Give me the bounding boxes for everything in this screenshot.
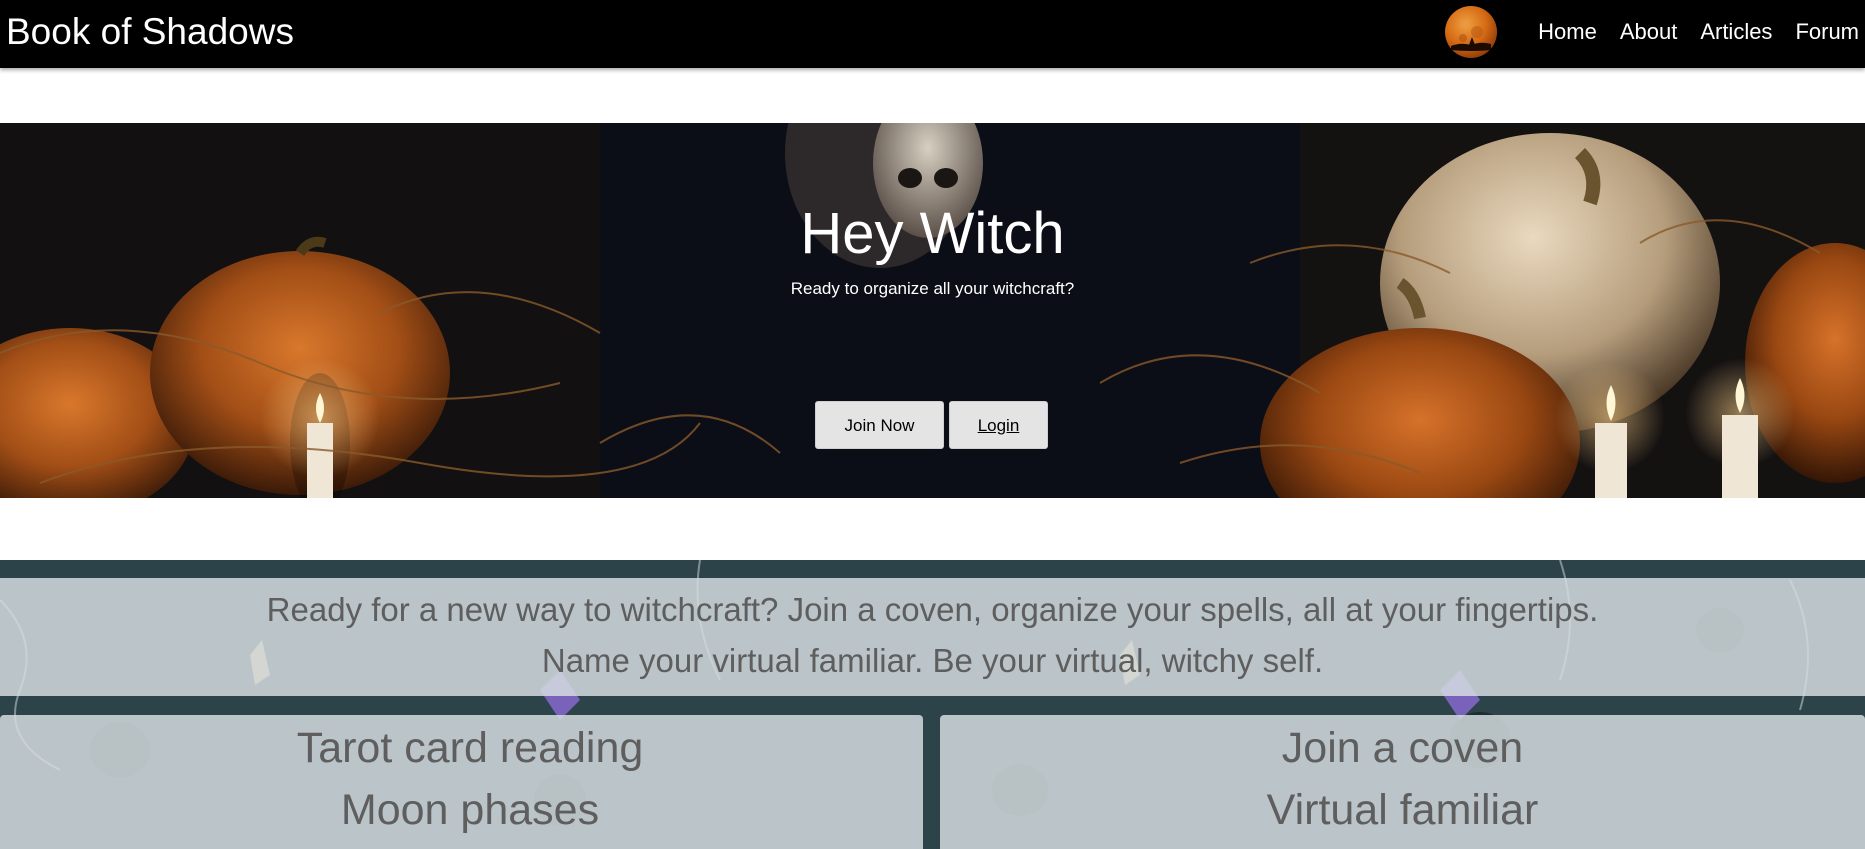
features-list-right: Join a coven Virtual familiar [940, 717, 1865, 841]
top-navbar: Book of Shadows Home About Articles Foru… [0, 0, 1865, 68]
feature-tarot: Tarot card reading [296, 724, 644, 772]
features-panel-right: Join a coven Virtual familiar [940, 715, 1865, 849]
feature-join-coven: Join a coven [1281, 724, 1524, 772]
login-button[interactable]: Login [949, 401, 1048, 449]
intro-panel: Ready for a new way to witchcraft? Join … [0, 578, 1865, 696]
feature-virtual-familiar: Virtual familiar [1266, 786, 1539, 834]
nav-home-link[interactable]: Home [1538, 19, 1597, 45]
nav-forum-link[interactable]: Forum [1795, 19, 1859, 45]
feature-moon-phases: Moon phases [340, 786, 600, 834]
nav-articles-link[interactable]: Articles [1700, 19, 1772, 45]
intro-text: Ready for a new way to witchcraft? Join … [0, 584, 1865, 686]
nav-links: Home About Articles Forum [1538, 19, 1859, 45]
intro-line-2: Name your virtual familiar. Be your virt… [541, 642, 1324, 679]
hero-banner: Hey Witch Ready to organize all your wit… [0, 123, 1865, 498]
features-panel-left: Tarot card reading Moon phases [0, 715, 923, 849]
info-section: Ready for a new way to witchcraft? Join … [0, 560, 1865, 849]
nav-about-link[interactable]: About [1620, 19, 1678, 45]
hero-title: Hey Witch [800, 201, 1065, 266]
join-now-button[interactable]: Join Now [815, 401, 944, 449]
blood-moon-icon[interactable] [1445, 6, 1497, 58]
intro-line-1: Ready for a new way to witchcraft? Join … [266, 591, 1599, 628]
site-brand[interactable]: Book of Shadows [6, 12, 294, 52]
hero-subtitle: Ready to organize all your witchcraft? [790, 279, 1075, 298]
features-list-left: Tarot card reading Moon phases [0, 717, 940, 841]
